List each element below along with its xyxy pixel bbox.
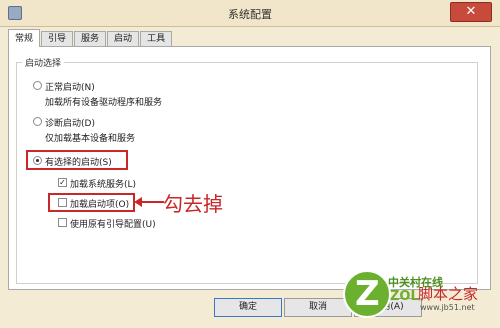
tab-general[interactable]: 常规 [8, 29, 41, 47]
normal-startup-radio[interactable] [33, 81, 42, 90]
selective-startup-radio[interactable] [33, 156, 42, 165]
use-original-boot-config-checkbox[interactable] [58, 218, 67, 227]
logo-letter: Z [355, 274, 380, 314]
title-bar: 系统配置 ✕ [0, 0, 500, 27]
diagnostic-startup-desc: 仅加载基本设备和服务 [45, 134, 136, 144]
diagnostic-startup-label[interactable]: 诊断启动(D) [45, 116, 95, 129]
selective-startup-label[interactable]: 有选择的启动(S) [45, 155, 112, 168]
diagnostic-startup-radio[interactable] [33, 117, 42, 126]
tab-boot[interactable]: 引导 [41, 31, 74, 47]
tab-tools[interactable]: 工具 [140, 31, 173, 47]
load-system-services-checkbox[interactable]: ✓ [58, 178, 67, 187]
tab-strip: 常规 引导 服务 启动 工具 [8, 29, 173, 47]
load-startup-items-checkbox[interactable] [58, 198, 67, 207]
close-button[interactable]: ✕ [450, 2, 492, 22]
annotation-arrow-icon [134, 197, 164, 207]
tab-services[interactable]: 服务 [74, 31, 107, 47]
load-startup-items-label[interactable]: 加载启动项(O) [70, 197, 129, 210]
tab-startup[interactable]: 启动 [107, 31, 140, 47]
load-system-services-label[interactable]: 加载系统服务(L) [70, 177, 136, 190]
watermark-brand-latin: ZOL [390, 289, 419, 304]
watermark-site-name: 脚本之家 [418, 285, 479, 303]
window-title: 系统配置 [228, 8, 272, 21]
use-original-boot-config-label[interactable]: 使用原有引导配置(U) [70, 217, 156, 230]
cancel-button[interactable]: 取消 [284, 298, 352, 317]
normal-startup-label[interactable]: 正常启动(N) [45, 80, 95, 93]
zol-logo-icon: Z [343, 270, 391, 318]
annotation-text: 勾去掉 [163, 192, 223, 216]
normal-startup-desc: 加载所有设备驱动程序和服务 [45, 98, 163, 108]
group-title: 启动选择 [22, 56, 65, 69]
ok-button[interactable]: 确定 [214, 298, 282, 317]
watermark-site-url: www.jb51.net [420, 303, 475, 312]
